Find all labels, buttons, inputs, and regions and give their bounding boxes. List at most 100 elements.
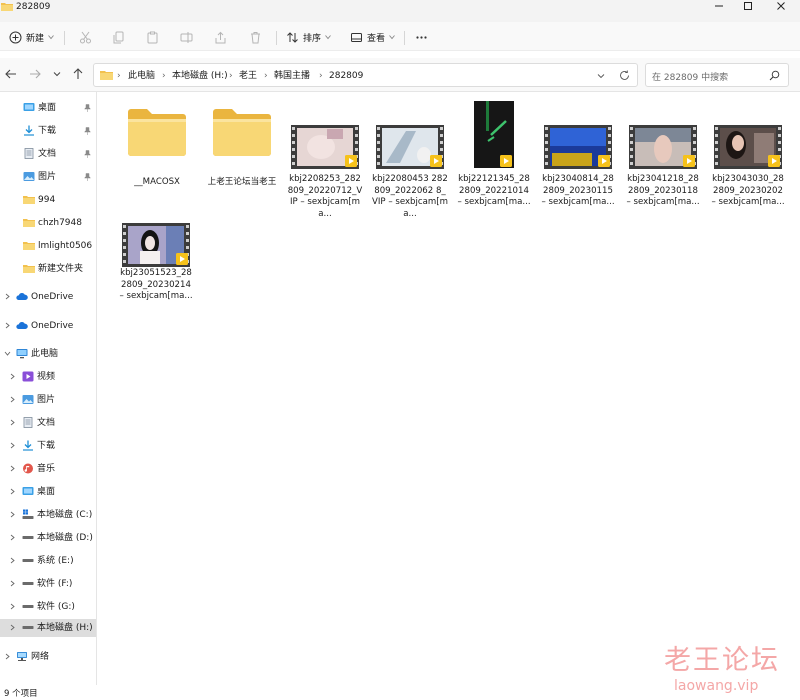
chevron-right-icon — [5, 653, 10, 660]
nav-item-drive-f[interactable]: 软件 (F:) — [0, 575, 96, 593]
toolbar-divider — [404, 31, 405, 45]
refresh-icon[interactable] — [619, 70, 630, 81]
nav-item-desktop[interactable]: 桌面 — [0, 99, 96, 117]
nav-item-drive-d[interactable]: 本地磁盘 (D:) — [0, 529, 96, 547]
nav-item-this-pc[interactable]: 此电脑 — [0, 345, 96, 363]
video-thumbnail — [122, 223, 190, 267]
more-options-button[interactable] — [415, 28, 428, 46]
search-input[interactable]: 在 282809 中搜索 — [645, 63, 789, 87]
video-file-item[interactable]: kbj22121345_282809_20221014 – sexbjcam[m… — [456, 100, 532, 220]
breadcrumb-laowang[interactable]: 老王 — [239, 70, 257, 82]
new-plus-icon — [9, 31, 22, 43]
breadcrumb-this-pc[interactable]: 此电脑 — [128, 70, 155, 82]
nav-item-folder-lmlight0506[interactable]: lmlight0506 — [0, 237, 96, 255]
chevron-right-icon — [10, 373, 15, 380]
item-count: 9 个项目 — [4, 689, 38, 699]
video-file-item[interactable]: kbj23041218_282809_20230118 – sexbjcam[m… — [625, 100, 701, 220]
maximize-button[interactable] — [731, 0, 765, 12]
address-bar[interactable]: › 此电脑 › 本地磁盘 (H:) › 老王 › 韩国主播 › 282809 — [93, 63, 638, 87]
address-row: › 此电脑 › 本地磁盘 (H:) › 老王 › 韩国主播 › 282809 在… — [0, 58, 800, 92]
rename-button[interactable] — [180, 28, 193, 46]
close-button[interactable] — [764, 0, 798, 12]
close-icon — [777, 2, 785, 10]
nav-item-documents[interactable]: 文档 — [0, 145, 96, 163]
nav-label: 图片 — [38, 172, 57, 182]
copy-button[interactable] — [112, 28, 125, 46]
watermark-text: 老王论坛 — [664, 645, 780, 676]
delete-button[interactable] — [249, 28, 262, 46]
breadcrumb-drive-h[interactable]: 本地磁盘 (H:) — [172, 70, 228, 82]
vertical-scrollbar[interactable] — [795, 92, 799, 650]
nav-item-videos[interactable]: 视频 — [0, 368, 96, 386]
chevron-right-icon — [10, 624, 15, 631]
command-bar: 新建 排序 查看 — [0, 22, 800, 51]
nav-item-onedrive[interactable]: OneDrive — [0, 317, 96, 335]
chevron-down-icon — [4, 351, 11, 356]
nav-item-folder-994[interactable]: 994 — [0, 191, 96, 209]
folder-item[interactable]: 上老王论坛当老王 — [204, 100, 280, 187]
toolbar-divider — [276, 31, 277, 45]
nav-item-pictures[interactable]: 图片 — [0, 168, 96, 186]
nav-item-downloads[interactable]: 下载 — [0, 122, 96, 140]
nav-item-drive-h[interactable]: 本地磁盘 (H:) — [0, 619, 96, 637]
folder-icon — [23, 196, 35, 204]
title-bar: 282809 — [0, 0, 800, 22]
nav-item-music[interactable]: 音乐 — [0, 460, 96, 478]
video-file-item[interactable]: kbj23043030_282809_20230202 – sexbjcam[m… — [710, 100, 786, 220]
desktop-icon — [23, 103, 35, 111]
file-name: 上老王论坛当老王 — [207, 177, 277, 187]
folder-item[interactable]: __MACOSX — [119, 100, 195, 187]
network-icon — [17, 652, 27, 661]
video-thumbnail — [474, 101, 514, 168]
pin-icon — [84, 104, 91, 112]
video-file-item[interactable]: kbj2208253_282809_20220712_VIP – sexbjca… — [287, 100, 363, 220]
cut-button[interactable] — [79, 28, 92, 46]
nav-item-documents[interactable]: 文档 — [0, 414, 96, 432]
watermark-url: laowang.vip — [674, 678, 759, 694]
nav-item-drive-e[interactable]: 系统 (E:) — [0, 552, 96, 570]
nav-item-network[interactable]: 网络 — [0, 648, 96, 666]
share-button[interactable] — [214, 28, 227, 46]
chevron-right-icon — [10, 396, 15, 403]
folder-icon — [23, 242, 35, 250]
file-name: kbj22121345_282809_20221014 – sexbjcam[m… — [457, 174, 531, 207]
picture-icon — [23, 172, 35, 181]
nav-item-new-folder[interactable]: 新建文件夹 — [0, 260, 96, 278]
nav-item-downloads[interactable]: 下载 — [0, 437, 96, 455]
video-file-item[interactable]: kbj23051523_282809_20230214 – sexbjcam[m… — [118, 221, 194, 321]
drive-icon — [22, 559, 34, 562]
download-icon — [24, 125, 34, 136]
nav-item-drive-g[interactable]: 软件 (G:) — [0, 598, 96, 616]
forward-arrow-icon[interactable] — [28, 67, 42, 81]
nav-item-pictures[interactable]: 图片 — [0, 391, 96, 409]
sort-button[interactable]: 排序 — [286, 28, 331, 46]
nav-item-drive-c[interactable]: 本地磁盘 (C:) — [0, 506, 96, 524]
recent-locations-chevron-icon[interactable] — [50, 67, 64, 81]
file-name: kbj22080453 282809_2022062 8_VIP – sexbj… — [372, 174, 448, 219]
nav-label: 系统 (E:) — [37, 556, 74, 566]
breadcrumb-separator-icon: › — [319, 71, 323, 81]
breadcrumb-current-folder[interactable]: 282809 — [329, 70, 363, 82]
nav-item-onedrive[interactable]: OneDrive — [0, 288, 96, 306]
view-button[interactable]: 查看 — [350, 28, 395, 46]
chevron-down-icon — [389, 35, 395, 40]
back-arrow-icon[interactable] — [4, 67, 18, 81]
video-thumbnail — [544, 125, 612, 169]
up-arrow-icon[interactable] — [71, 67, 85, 81]
paste-button[interactable] — [146, 28, 159, 46]
watermark: 老王论坛 laowang.vip — [664, 638, 794, 700]
minimize-icon — [715, 5, 723, 7]
new-button[interactable]: 新建 — [9, 28, 54, 46]
share-icon — [215, 31, 226, 43]
nav-label: 视频 — [37, 372, 56, 382]
video-file-item[interactable]: kbj22080453 282809_2022062 8_VIP – sexbj… — [372, 100, 448, 220]
video-file-item[interactable]: kbj23040814_282809_20230115 – sexbjcam[m… — [540, 100, 616, 220]
folder-icon — [1, 3, 13, 11]
copy-icon — [113, 31, 124, 43]
chevron-right-icon — [10, 557, 15, 564]
breadcrumb-korean-streamers[interactable]: 韩国主播 — [274, 70, 310, 82]
address-dropdown-chevron-icon[interactable] — [597, 72, 605, 80]
nav-item-folder-chzh7948[interactable]: chzh7948 — [0, 214, 96, 232]
video-icon — [22, 371, 34, 382]
nav-item-desktop[interactable]: 桌面 — [0, 483, 96, 501]
